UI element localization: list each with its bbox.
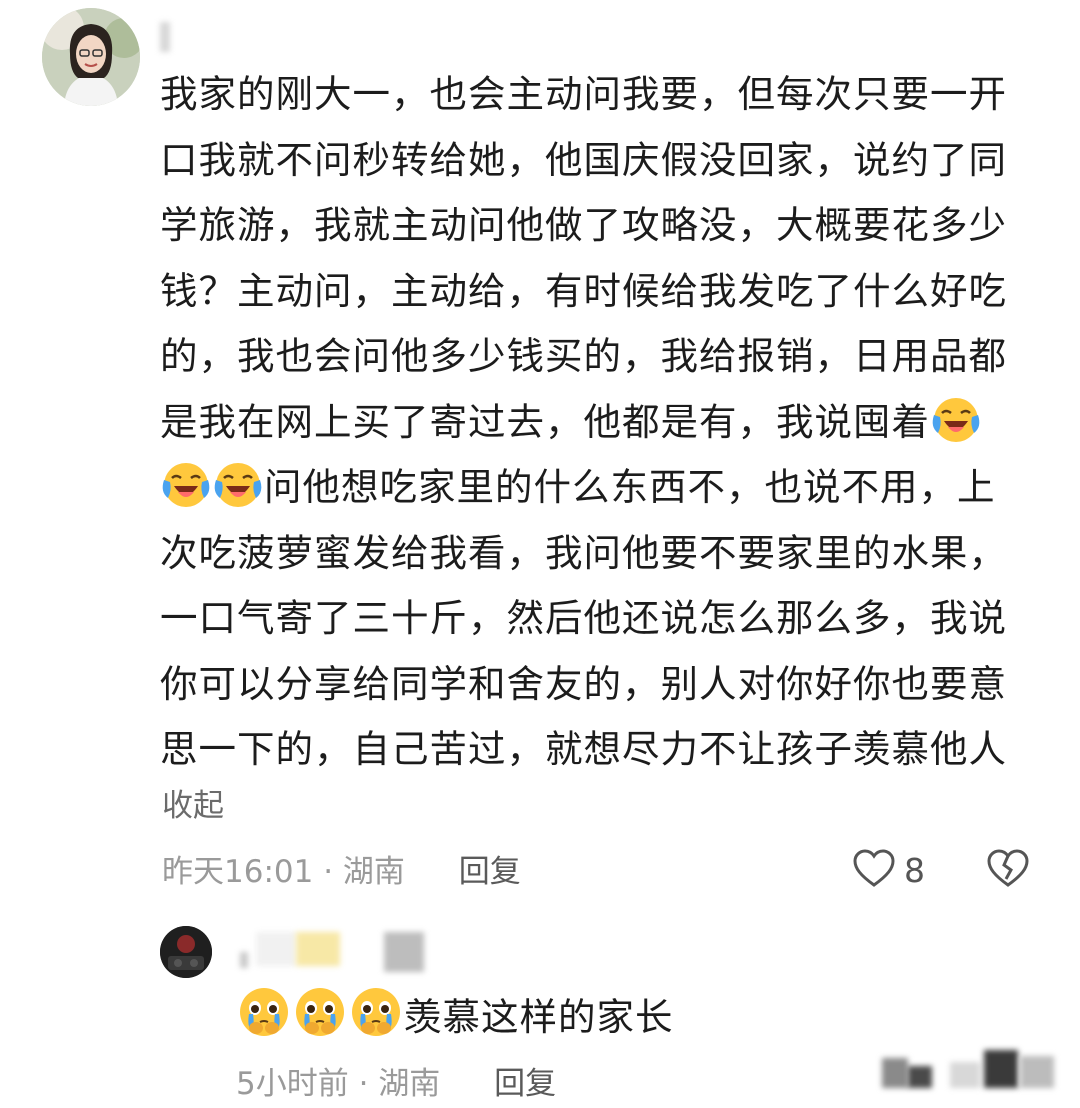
comment-text: 我家的刚大一，也会主动问我要，但每次只要一开 口我就不问秒转给她，他国庆假没回家… <box>160 62 1040 783</box>
comment-line: 口我就不问秒转给她，他国庆假没回家，说约了同 <box>160 137 1007 182</box>
comment-location: 湖南 <box>342 854 405 890</box>
avatar-photo <box>160 926 212 978</box>
reply-location: 湖南 <box>378 1066 441 1102</box>
comment-line: 一口气寄了三十斤，然后他还说怎么那么多，我说 <box>160 596 1007 640</box>
reply-button[interactable]: 回复 <box>494 1066 556 1102</box>
laughing-crying-emoji-icon <box>160 458 212 531</box>
reply-meta: 5小时前 · 湖南 回复 <box>236 1058 556 1103</box>
comment-line: 钱？主动问，主动给，有时候给我发吃了什么好吃 <box>160 268 1007 313</box>
comment-meta: 昨天16:01 · 湖南 回复 <box>162 846 521 891</box>
comment-line-with-emoji: 是我在网上买了寄过去，他都是有，我说囤着 <box>160 390 1040 456</box>
comment-line: 思一下的，自己苦过，就想尽力不让孩子羡慕他人 <box>160 727 1007 771</box>
comment-line: 问他想吃家里的什么东西不，也说不用，上 <box>264 465 996 509</box>
like-button[interactable]: 8 <box>852 848 925 892</box>
meta-separator: · <box>323 854 334 890</box>
broken-heart-icon <box>986 849 1030 892</box>
pleading-crying-emoji-icon <box>236 984 292 1055</box>
reply-time: 5小时前 <box>236 1066 349 1102</box>
comment-line: 我家的刚大一，也会主动问我要，但每次只要一开 <box>160 72 1007 116</box>
avatar-photo <box>42 8 140 106</box>
comment-line-with-emoji: 问他想吃家里的什么东西不，也说不用，上 <box>160 455 1040 521</box>
comment-line: 是我在网上买了寄过去，他都是有，我说囤着 <box>160 399 930 444</box>
replier-avatar[interactable] <box>160 926 212 978</box>
comment-time: 昨天16:01 <box>162 854 314 890</box>
dislike-button[interactable] <box>986 848 1030 892</box>
laughing-crying-emoji-icon <box>212 458 264 531</box>
commenter-name-blurred <box>160 22 170 52</box>
pleading-crying-emoji-icon <box>348 984 404 1055</box>
meta-separator: · <box>358 1066 369 1102</box>
comment-line: 学旅游，我就主动问他做了攻略没，大概要花多少 <box>160 203 1007 247</box>
pleading-crying-emoji-icon <box>292 984 348 1055</box>
reply-text: 羡慕这样的家长 <box>404 995 674 1039</box>
comment-line: 的，我也会问他多少钱买的，我给报销，日用品都 <box>160 334 1007 378</box>
commenter-avatar[interactable] <box>42 8 140 106</box>
collapse-link[interactable]: 收起 <box>162 780 224 825</box>
like-count: 8 <box>904 850 925 890</box>
comment-line: 次吃菠萝蜜发给我看，我问他要不要家里的水果， <box>160 530 1007 575</box>
comment-line: 你可以分享给同学和舍友的，别人对你好你也要意 <box>160 661 1007 706</box>
heart-icon <box>852 848 896 892</box>
reply-button[interactable]: 回复 <box>459 854 521 890</box>
reply-text-row: 羡慕这样的家长 <box>236 984 674 1055</box>
